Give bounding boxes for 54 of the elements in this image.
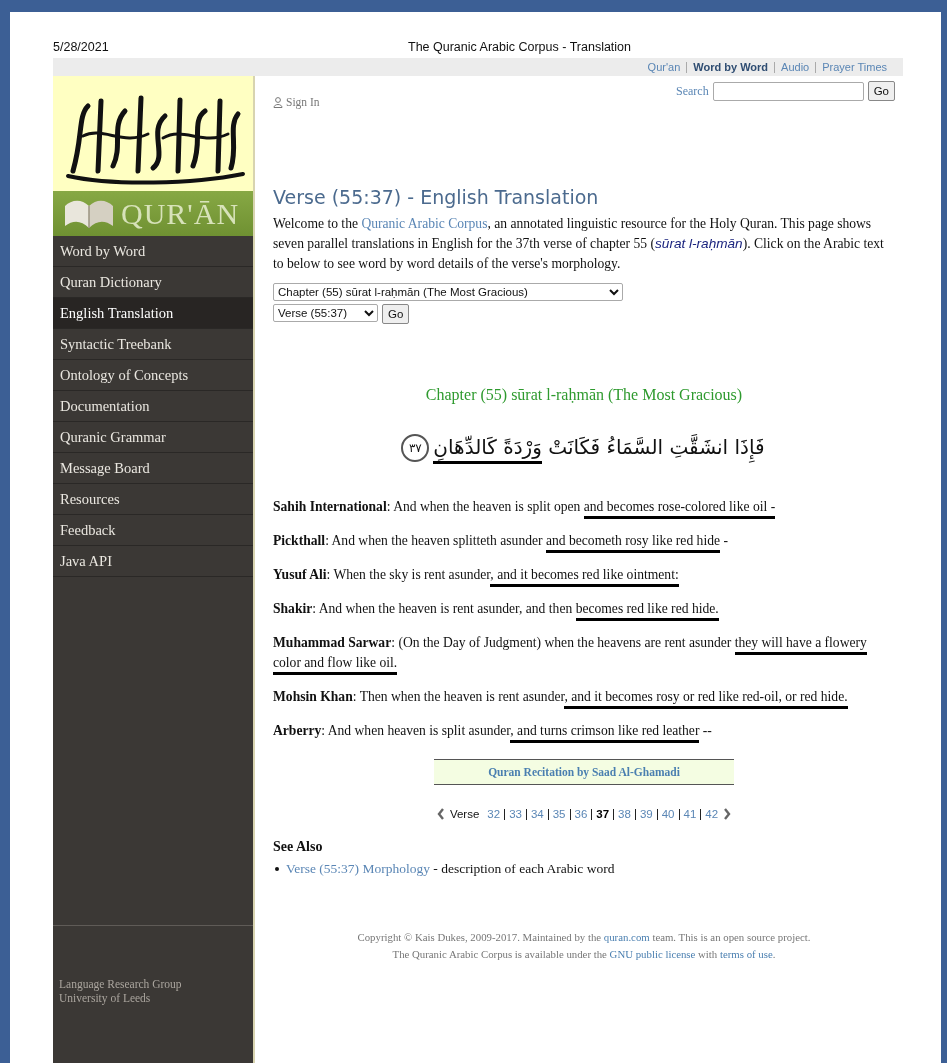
sidebar-footer-text: University of Leeds	[59, 991, 152, 1005]
page-link[interactable]: 33	[504, 808, 526, 820]
page-link[interactable]: 37	[591, 808, 614, 820]
translation-paragraph: Arberry: And when heaven is split asunder, and turns crimson like red leather --	[273, 721, 895, 741]
intro-paragraph: Welcome to the Quranic Arabic Corpus, an annotated linguistic resource for the Holy Quran. This page shows seven parallel translations in English for the 37th verse of chapter 55 (sūrat l-raḥmān). Click on the Arabic text to below to see word by word details of the verse's morphology.	[273, 215, 885, 273]
chapter-select[interactable]: Chapter (55) sūrat l-raḥmān (The Most Gracious)	[273, 283, 623, 301]
sign-in-link[interactable]: Sign In	[273, 95, 320, 109]
pager-label: Verse	[449, 808, 480, 820]
print-date: 5/28/2021	[53, 40, 110, 54]
translation-paragraph: Sahih International: And when the heaven is split open and becomes rose-colored like oil -	[273, 497, 895, 517]
bullet-icon	[275, 867, 279, 871]
go-button[interactable]: Go	[382, 304, 410, 324]
logo-text: QUR'ĀN	[121, 196, 240, 231]
verse-select[interactable]: Verse (55:37)	[273, 304, 378, 322]
search-field[interactable]	[712, 81, 864, 101]
see-also-item: Verse (55:37) Morphology - description of each Arabic word	[286, 861, 615, 877]
page-link[interactable]: 38	[613, 808, 635, 820]
footer-link[interactable]: GNU public license	[609, 948, 696, 960]
page-link[interactable]: 40	[656, 808, 679, 820]
translation-paragraph: Muhammad Sarwar: (On the Day of Judgment) when the heavens are rent asunder they will have a flowery color and flow like oil.	[273, 633, 895, 673]
page-link[interactable]: 42	[700, 808, 723, 820]
search-label: Search	[676, 83, 709, 99]
verse-number-mark: ٣٧	[401, 434, 430, 462]
print-title: The Quranic Arabic Corpus - Translation	[408, 40, 632, 54]
arabic-verse[interactable]: فَإِذَا انشَقَّتِ السَّمَاءُ فَكَانَتْ وَرْدَةً كَالدِّهَانِ	[431, 421, 767, 475]
chapter-title: Chapter (55) sūrat l-raḥmān (The Most Gracious)	[425, 386, 743, 404]
page-link[interactable]: 36	[569, 808, 592, 820]
translation-paragraph: Yusuf Ali: When the sky is rent asunder, and it becomes red like ointment:	[273, 565, 895, 585]
recitation-link[interactable]: Quran Recitation by Saad Al-Ghamadi	[434, 759, 734, 785]
page-link[interactable]: 34	[525, 808, 548, 820]
copyright-text: Copyright © Kais Dukes, 2009-2017. Maintained by the quran.com team. This is an open source project.	[356, 930, 812, 945]
morphology-link[interactable]: Verse (55:37) Morphology	[286, 861, 430, 876]
nav-link[interactable]: Prayer Times	[815, 61, 893, 73]
page-link[interactable]: 32	[483, 808, 505, 820]
page-link[interactable]: 35	[547, 808, 570, 820]
footer-link[interactable]: terms of use	[719, 948, 773, 960]
page-link[interactable]: 39	[634, 808, 657, 820]
sidebar-item[interactable]: English Translation	[53, 298, 253, 329]
nav-link[interactable]: Word by Word	[686, 61, 775, 73]
translation-paragraph: Pickthall: And when the heaven splitteth asunder and becometh rosy like red hide -	[273, 531, 895, 551]
copyright-text: The Quranic Arabic Corpus is available under the GNU public license with terms of use.	[391, 947, 777, 962]
chevron-right-icon[interactable]	[722, 807, 733, 821]
sidebar-footer-text: Language Research Group	[59, 977, 183, 991]
translation-paragraph: Mohsin Khan: Then when the heaven is rent asunder, and it becomes rosy or red like red-oil, or red hide.	[273, 687, 895, 707]
nav-link[interactable]: Audio	[774, 61, 816, 73]
page-heading: Verse (55:37) - English Translation	[273, 186, 599, 208]
nav-link[interactable]: Qur'an	[641, 61, 687, 73]
page-link[interactable]: 41	[678, 808, 701, 820]
see-also-heading: See Also	[273, 839, 323, 855]
person-icon	[273, 96, 283, 108]
search-go-button[interactable]: Go	[867, 81, 895, 101]
translation-paragraph: Shakir: And when the heaven is rent asunder, and then becomes red like red hide.	[273, 599, 895, 619]
footer-link[interactable]: quran.com	[603, 931, 650, 943]
chevron-left-icon[interactable]	[435, 807, 446, 821]
